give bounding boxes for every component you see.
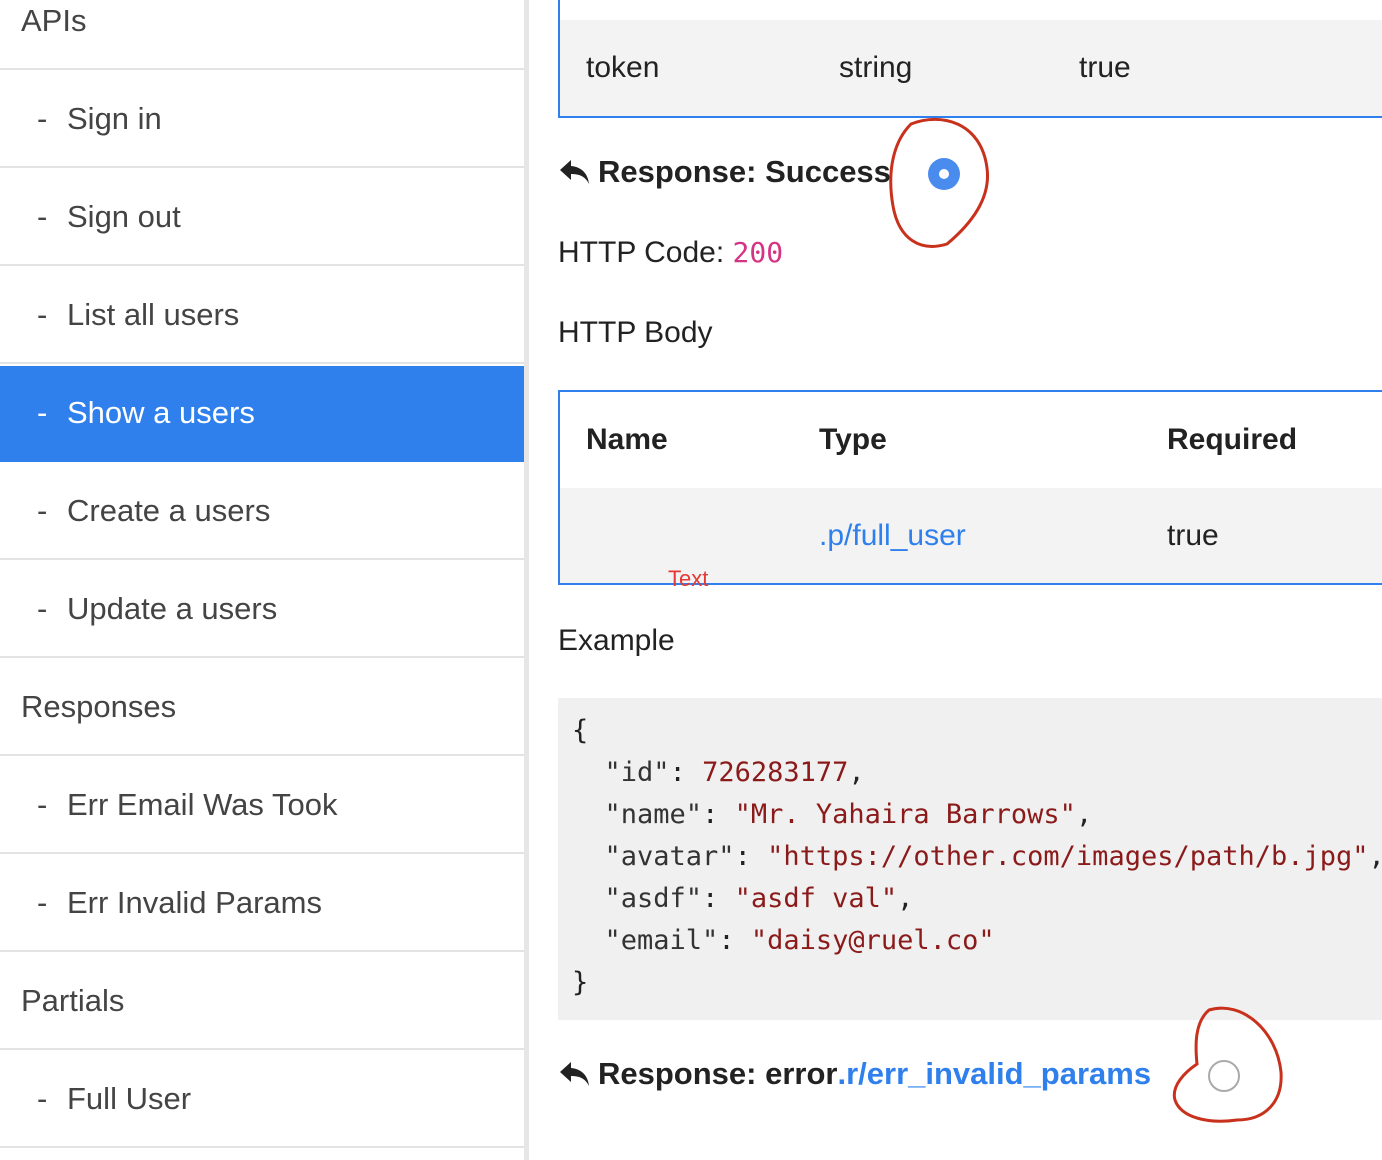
- sidebar-item-err-invalid-params[interactable]: - Err Invalid Params: [0, 856, 524, 952]
- sidebar-item-list-all-users[interactable]: - List all users: [0, 268, 524, 364]
- param-type-cell: string: [839, 51, 913, 84]
- docs-page: APIs - Sign in - Sign out - List all users …: [0, 0, 1382, 1160]
- sidebar-item-update-a-users[interactable]: - Update a users: [0, 562, 524, 658]
- response-error-heading: Response: error .r/err_invalid_params: [558, 1056, 1151, 1092]
- column-header-required: Required: [1167, 423, 1298, 456]
- column-header-name: Name: [586, 423, 668, 456]
- column-header-type: Type: [819, 423, 887, 456]
- table-row: token string true: [560, 20, 1382, 116]
- sidebar-item-create-a-users[interactable]: - Create a users: [0, 464, 524, 560]
- main-content: token string true Response: Success HTTP…: [529, 0, 1382, 1160]
- sidebar-item-sign-out[interactable]: - Sign out: [0, 170, 524, 266]
- body-required-cell: true: [1167, 518, 1219, 552]
- sidebar-nav: APIs - Sign in - Sign out - List all users …: [0, 0, 526, 1160]
- http-code-value: 200: [732, 236, 784, 269]
- reply-icon: [560, 1062, 589, 1086]
- example-code-block: { "id": 726283177, "name": "Mr. Yahaira …: [558, 698, 1382, 1020]
- sidebar-item-full-user[interactable]: - Full User: [0, 1052, 524, 1148]
- sidebar-item-err-email-was-took[interactable]: - Err Email Was Took: [0, 758, 524, 854]
- http-body-table: Name Type Required .p/full_user true: [558, 390, 1382, 585]
- sidebar-section-partials: Partials: [0, 954, 524, 1050]
- example-label: Example: [558, 624, 675, 657]
- sidebar-item-show-a-users[interactable]: - Show a users: [0, 366, 524, 462]
- table-header-row: Name Type Required: [560, 392, 1382, 488]
- sidebar-section-apis: APIs: [0, 0, 524, 70]
- param-name-cell: token: [586, 51, 660, 84]
- annotation-text: Text: [668, 566, 709, 591]
- response-success-radio[interactable]: [928, 158, 960, 190]
- response-error-radio[interactable]: [1208, 1060, 1240, 1092]
- err-invalid-params-link[interactable]: .r/err_invalid_params: [837, 1056, 1151, 1092]
- sidebar-section-responses: Responses: [0, 660, 524, 756]
- http-body-label: HTTP Body: [558, 316, 713, 349]
- params-table: token string true: [558, 0, 1382, 118]
- param-required-cell: true: [1079, 51, 1131, 84]
- full-user-link[interactable]: .p/full_user: [819, 519, 966, 553]
- reply-icon: [560, 160, 589, 184]
- http-code-line: HTTP Code: 200: [558, 236, 784, 269]
- response-success-heading: Response: Success: [558, 154, 891, 190]
- sidebar-item-sign-in[interactable]: - Sign in: [0, 72, 524, 168]
